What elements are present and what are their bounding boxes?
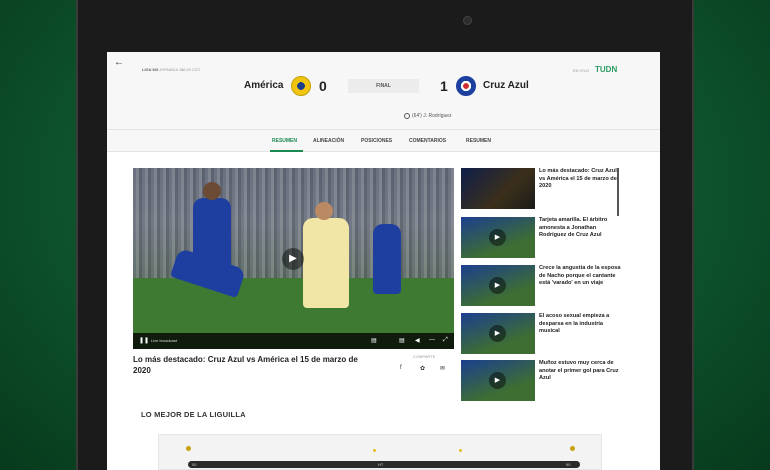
sidebar-scrollbar[interactable] xyxy=(617,168,619,216)
list-item-title[interactable]: Tarjeta amarilla. El árbitro amonesta a … xyxy=(539,217,621,240)
timeline-event-marker[interactable] xyxy=(373,449,376,452)
player-figure xyxy=(373,224,401,294)
timeline-end-label: 90 xyxy=(566,462,571,467)
back-arrow-icon[interactable]: ← xyxy=(114,57,124,68)
email-icon[interactable]: ✉ xyxy=(440,365,445,372)
twitter-icon[interactable]: ✿ xyxy=(420,365,425,372)
tab-resumen[interactable]: RESUMEN xyxy=(272,138,297,144)
match-time: 12:00 CDT xyxy=(181,67,201,72)
app-screen: ← LIGA MX JORNADA 10 12:00 CDT América 0… xyxy=(107,52,660,470)
list-item[interactable]: ▶ Crece la angustia de la esposa de Nach… xyxy=(461,265,621,308)
away-team-name[interactable]: Cruz Azul xyxy=(483,80,529,91)
player-head xyxy=(203,182,221,200)
video-thumbnail[interactable]: ▶ xyxy=(461,217,535,258)
timeline-event-marker[interactable] xyxy=(459,449,462,452)
soccer-ball-icon xyxy=(404,113,410,119)
video-thumbnail[interactable]: ▶ xyxy=(461,360,535,401)
timeline-bar[interactable]: 00 HT 90 xyxy=(188,461,580,468)
match-date: JORNADA 10 xyxy=(159,67,184,72)
tudn-logo[interactable]: TUDN xyxy=(595,65,617,74)
list-item-title[interactable]: Crece la angustia de la esposa de Nacho … xyxy=(539,265,621,288)
closed-captions-icon[interactable]: ▤ xyxy=(371,337,377,344)
video-thumbnail[interactable]: ▶ xyxy=(461,265,535,306)
hd-settings-icon[interactable]: ▤ xyxy=(399,337,405,344)
fullscreen-icon[interactable]: ⤢ xyxy=(443,337,448,344)
volume-icon[interactable]: ◀ xyxy=(415,337,420,344)
tab-alineacion[interactable]: ALINEACIÓN xyxy=(313,138,344,144)
league-label: LIGA MX xyxy=(142,67,159,72)
video-pitch-image xyxy=(133,278,454,333)
tab-comentarios[interactable]: COMENTARIOS xyxy=(409,138,446,144)
america-crest-icon xyxy=(291,76,311,96)
play-icon[interactable]: ▶ xyxy=(489,229,506,246)
tab-posiciones[interactable]: POSICIONES xyxy=(361,138,392,144)
match-tabs: RESUMEN ALINEACIÓN POSICIONES COMENTARIO… xyxy=(107,130,660,152)
list-item-title[interactable]: Lo más destacado: Cruz Azul vs América e… xyxy=(539,168,621,191)
video-controls: ❚❚ Live broadcast ▤ ▤ ◀ — ⤢ xyxy=(133,333,454,349)
camera-icon xyxy=(463,16,472,25)
timeline-event-marker[interactable] xyxy=(186,446,191,451)
away-score: 1 xyxy=(440,78,448,94)
player-head xyxy=(315,202,333,220)
main-video-player[interactable]: ▶ ❚❚ Live broadcast ▤ ▤ ◀ — ⤢ xyxy=(133,168,454,349)
pause-icon[interactable]: ❚❚ xyxy=(139,337,149,344)
live-label: Live broadcast xyxy=(151,338,178,343)
match-timeline: 00 HT 90 xyxy=(158,434,602,470)
list-item[interactable]: ▶ El acoso sexual empieza a desparsa en … xyxy=(461,313,621,356)
home-score: 0 xyxy=(319,78,327,94)
video-title[interactable]: Lo más destacado: Cruz Azul vs América e… xyxy=(133,354,363,376)
list-item-title[interactable]: El acoso sexual empieza a desparsa en la… xyxy=(539,313,621,336)
play-icon[interactable]: ▶ xyxy=(489,325,506,342)
video-thumbnail[interactable] xyxy=(461,168,535,209)
facebook-icon[interactable]: f xyxy=(400,365,402,371)
brand-prefix: EN VIVO xyxy=(573,68,590,73)
home-team-name[interactable]: América xyxy=(244,80,283,91)
timeline-start-label: 00 xyxy=(192,462,197,467)
list-item[interactable]: Lo más destacado: Cruz Azul vs América e… xyxy=(461,168,621,211)
match-status-badge: FINAL xyxy=(348,79,419,93)
section-title: LO MEJOR DE LA LIGUILLA xyxy=(141,410,246,419)
player-figure xyxy=(303,218,349,308)
list-item[interactable]: ▶ Tarjeta amarilla. El árbitro amonesta … xyxy=(461,217,621,260)
video-thumbnail[interactable]: ▶ xyxy=(461,313,535,354)
share-label: COMPARTE xyxy=(413,354,436,359)
volume-slider[interactable]: — xyxy=(429,337,435,343)
play-icon[interactable]: ▶ xyxy=(489,372,506,389)
play-icon[interactable]: ▶ xyxy=(489,277,506,294)
timeline-half-label: HT xyxy=(378,462,384,467)
timeline-event-marker[interactable] xyxy=(570,446,575,451)
goal-scorer: (64') J. Rodríguez xyxy=(412,113,452,119)
list-item-title[interactable]: Muñoz estuvo muy cerca de anotar el prim… xyxy=(539,360,621,383)
match-header: ← LIGA MX JORNADA 10 12:00 CDT América 0… xyxy=(107,52,660,130)
play-icon[interactable]: ▶ xyxy=(282,248,304,270)
tab-resumen-2[interactable]: RESUMEN xyxy=(466,138,491,144)
cruz-azul-crest-icon xyxy=(456,76,476,96)
active-tab-indicator xyxy=(270,150,303,152)
list-item[interactable]: ▶ Muñoz estuvo muy cerca de anotar el pr… xyxy=(461,360,621,403)
